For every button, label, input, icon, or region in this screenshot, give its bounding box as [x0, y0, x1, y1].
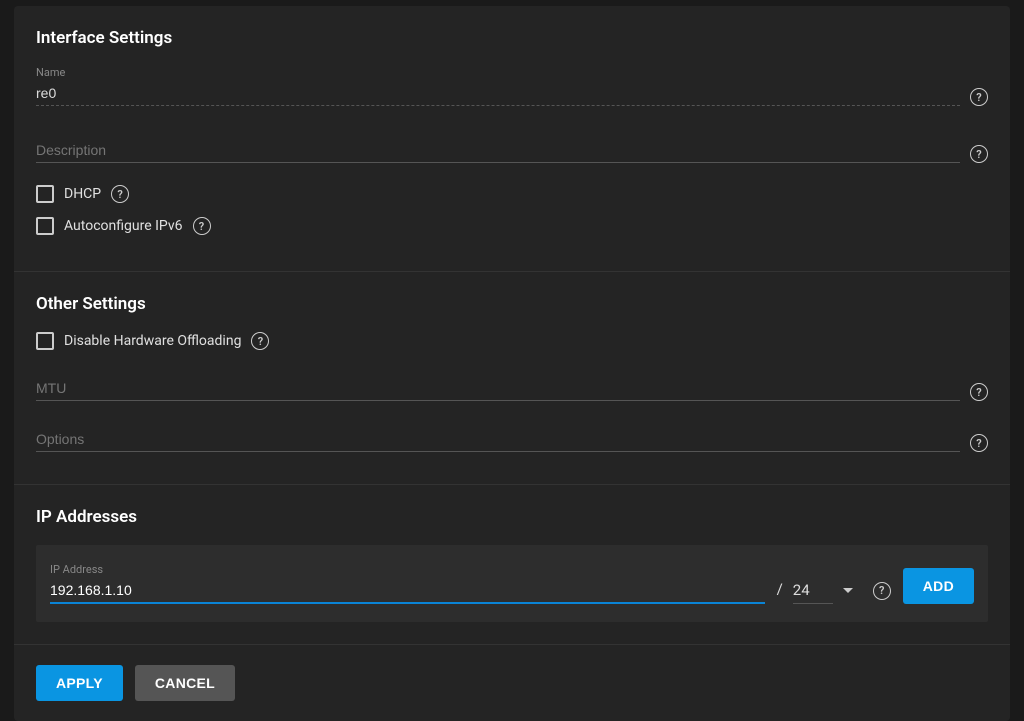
help-icon[interactable]: ?	[873, 582, 891, 600]
dhcp-checkbox[interactable]	[36, 185, 54, 203]
hwoff-checkbox-row: Disable Hardware Offloading ?	[36, 332, 988, 350]
cancel-button[interactable]: Cancel	[135, 665, 235, 701]
name-label: Name	[36, 66, 960, 79]
help-icon[interactable]: ?	[970, 383, 988, 401]
autoconf-ipv6-checkbox[interactable]	[36, 217, 54, 235]
help-icon[interactable]: ?	[193, 217, 211, 235]
cidr-slash: /	[777, 580, 783, 602]
apply-button[interactable]: Apply	[36, 665, 123, 701]
other-settings-section: Other Settings Disable Hardware Offloadi…	[14, 272, 1010, 485]
help-icon[interactable]: ?	[251, 332, 269, 350]
interface-settings-section: Interface Settings Name ? ? DHCP ? Autoc…	[14, 6, 1010, 272]
mtu-field-row: ?	[36, 376, 988, 401]
cidr-value: 24	[793, 577, 833, 604]
section-title-ip: IP Addresses	[36, 507, 988, 527]
autoconf-checkbox-row: Autoconfigure IPv6 ?	[36, 217, 988, 235]
options-field-row: ?	[36, 427, 988, 452]
name-input	[36, 81, 960, 106]
footer-actions: Apply Cancel	[14, 644, 1010, 721]
ip-address-label: IP Address	[50, 563, 765, 576]
cidr-select[interactable]: / 24 ?	[777, 577, 891, 604]
help-icon[interactable]: ?	[970, 145, 988, 163]
hwoff-label: Disable Hardware Offloading	[64, 333, 241, 349]
settings-panel: Interface Settings Name ? ? DHCP ? Autoc…	[14, 6, 1010, 721]
options-input[interactable]	[36, 427, 960, 452]
section-title-interface: Interface Settings	[36, 28, 988, 48]
ip-address-input[interactable]	[50, 578, 765, 604]
chevron-down-icon[interactable]	[843, 588, 853, 593]
ip-address-card: IP Address / 24 ? Add	[36, 545, 988, 622]
section-title-other: Other Settings	[36, 294, 988, 314]
help-icon[interactable]: ?	[970, 88, 988, 106]
help-icon[interactable]: ?	[970, 434, 988, 452]
help-icon[interactable]: ?	[111, 185, 129, 203]
ip-addresses-section: IP Addresses IP Address / 24 ? Add	[14, 485, 1010, 644]
description-field-row: ?	[36, 138, 988, 163]
mtu-input[interactable]	[36, 376, 960, 401]
description-input[interactable]	[36, 138, 960, 163]
disable-hw-offloading-checkbox[interactable]	[36, 332, 54, 350]
autoconf-label: Autoconfigure IPv6	[64, 218, 183, 234]
dhcp-checkbox-row: DHCP ?	[36, 185, 988, 203]
dhcp-label: DHCP	[64, 186, 101, 202]
name-field-row: Name ?	[36, 66, 988, 106]
add-button[interactable]: Add	[903, 568, 974, 604]
